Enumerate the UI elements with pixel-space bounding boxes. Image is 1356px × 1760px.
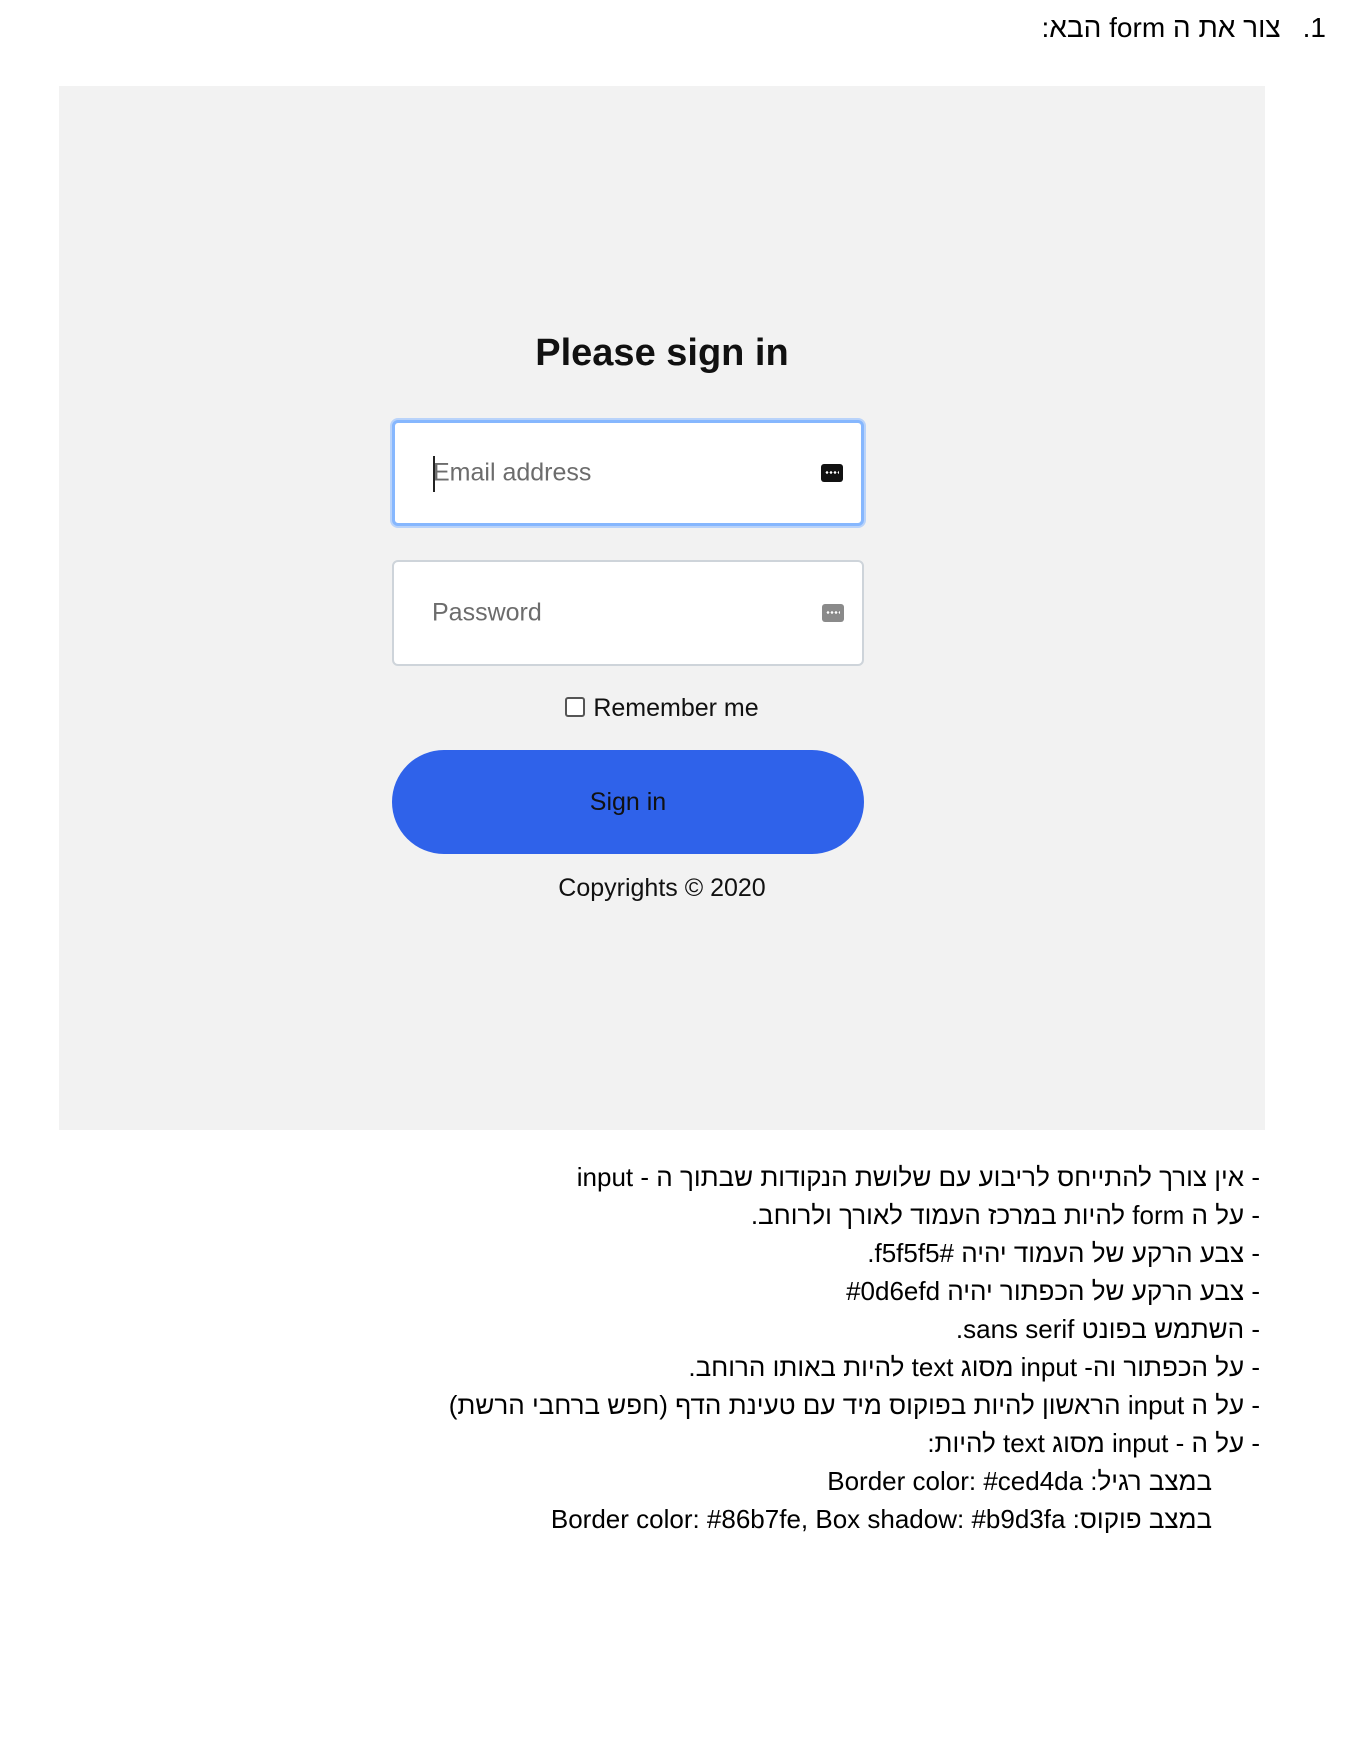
requirement-subitem: במצב רגיל: Border color: #ced4da — [827, 1466, 1212, 1496]
requirement-item: - על הכפתור וה- input מסוג text להיות בא… — [688, 1352, 1260, 1382]
remember-me-label: Remember me — [593, 694, 759, 722]
requirement-item: - על ה input הראשון להיות בפוקוס מיד עם … — [448, 1390, 1260, 1420]
requirement-item: - על ה form להיות במרכז העמוד לאורך ולרו… — [750, 1200, 1260, 1230]
password-placeholder: Password — [432, 598, 542, 627]
requirement-subitem: במצב פוקוס: Border color: #86b7fe, Box s… — [550, 1504, 1212, 1534]
form-title: Please sign in — [535, 332, 789, 374]
password-field[interactable]: Password — [392, 560, 864, 666]
requirement-item: - השתמש בפונט sans serif. — [955, 1314, 1260, 1344]
signin-button[interactable]: Sign in — [392, 750, 864, 854]
requirement-item: - צבע הרקע של העמוד יהיה #f5f5f5. — [867, 1238, 1260, 1268]
remember-me-row: Remember me — [59, 694, 1265, 723]
task-number: 1. — [1302, 12, 1326, 43]
email-placeholder: Email address — [433, 458, 592, 487]
requirement-item: - צבע הרקע של הכפתור יהיה #0d6efd — [846, 1276, 1260, 1306]
requirement-item: - אין צורך להתייחס לריבוע עם שלושת הנקוד… — [576, 1162, 1260, 1192]
task-title: צור את ה form הבא: — [1041, 12, 1281, 43]
remember-me-checkbox[interactable] — [565, 697, 586, 717]
copyright-text: Copyrights © 2020 — [558, 874, 766, 902]
password-key-icon — [821, 464, 843, 482]
requirement-item: - על ה - input מסוג text להיות: — [927, 1428, 1260, 1458]
password-key-icon — [822, 604, 844, 622]
requirements-list: - אין צורך להתייחס לריבוע עם שלושת הנקוד… — [449, 1158, 1260, 1538]
signin-form-mockup: Please sign in Email address Password Re… — [59, 86, 1265, 1130]
email-field[interactable]: Email address — [392, 420, 864, 526]
task-heading: 1. צור את ה form הבא: — [1042, 12, 1327, 44]
